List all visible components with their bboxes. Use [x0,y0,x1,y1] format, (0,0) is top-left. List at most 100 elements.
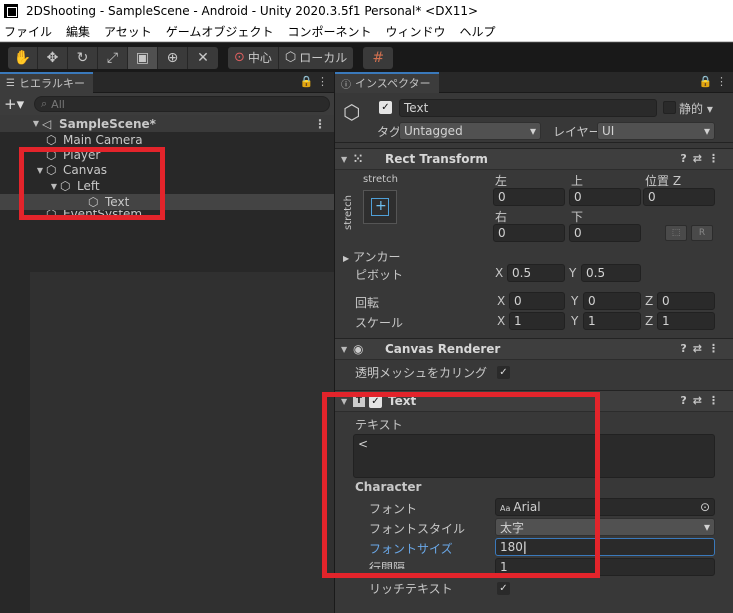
space-local-toggle[interactable]: ⬡ ローカル [279,47,353,69]
top-input[interactable]: 0 [569,188,641,206]
hierarchy-lock-icon[interactable]: 🔒 ⋮ [300,75,328,88]
gameobject-cube-icon: ⬡ [46,163,57,177]
hierarchy-item-text[interactable]: ⬡ Text [0,194,334,210]
grid-snap-icon[interactable]: # [363,46,394,69]
collapse-arrow-icon[interactable]: ▼ [341,155,353,164]
text-enabled-checkbox[interactable]: ✓ [369,394,382,408]
rotate-tool-icon[interactable]: ↻ [68,46,98,69]
font-style-dropdown[interactable]: 太字 ▾ [495,518,715,536]
scale-y-input[interactable]: 1 [583,312,641,330]
character-section-label: Character [355,480,422,494]
hierarchy-search-input[interactable]: ⌕ All [34,96,330,112]
chevron-down-icon: ▾ [529,124,536,138]
rotation-z-input[interactable]: 0 [657,292,715,310]
component-menu-icons[interactable]: ?⇄⋮ [680,394,725,407]
component-menu-icons[interactable]: ?⇄⋮ [680,152,725,165]
transform-tool-icon[interactable]: ⊕ [158,46,188,69]
font-object-field[interactable]: Aa Arial ⊙ [495,498,715,516]
menu-help[interactable]: ヘルプ [459,23,495,40]
object-picker-icon[interactable]: ⊙ [700,500,710,514]
menu-window[interactable]: ウィンドウ [385,23,445,40]
window-titlebar: 2DShooting - SampleScene - Android - Uni… [0,0,733,22]
tab-inspector[interactable]: ⓘ インスペクター [335,72,439,93]
text-component-icon: T [353,395,365,407]
rot-x-label: X [497,294,506,308]
object-name-input[interactable]: Text [399,99,657,117]
gameobject-cube-icon: ⬡ [46,148,57,162]
pivot-toggles: ⊙ 中心 ⬡ ローカル [228,46,354,69]
chevron-down-icon: ▾ [703,124,710,138]
gameobject-cube-icon: ⬡ [46,210,57,218]
blueprint-mode-icon[interactable]: ⬚ [665,225,687,241]
bottom-input[interactable]: 0 [569,224,641,242]
rich-text-checkbox[interactable]: ✓ [497,582,510,595]
hierarchy-empty-area [30,272,334,613]
custom-tool-icon[interactable]: ✕ [188,47,218,69]
bottom-label: 下 [571,210,584,224]
rect-transform-header[interactable]: ▼ ⁙ Rect Transform ?⇄⋮ [335,148,733,170]
menu-file[interactable]: ファイル [4,23,52,40]
menu-edit[interactable]: 編集 [66,23,90,40]
cull-transparent-checkbox[interactable]: ✓ [497,366,510,379]
expand-arrow-icon[interactable]: ▼ [34,166,46,175]
text-component-header[interactable]: ▼ T ✓ Text ?⇄⋮ [335,390,733,412]
component-menu-icons[interactable]: ?⇄⋮ [680,342,725,355]
search-icon: ⌕ [41,97,48,110]
anchor-foldout[interactable]: ▶ アンカー [343,248,401,265]
gameobject-header: ⬡ ✓ Text 静的 ▾ タグ Untagged ▾ レイヤー UI ▾ [335,93,733,143]
left-input[interactable]: 0 [493,188,565,206]
anchor-preset-button[interactable] [363,190,397,224]
gameobject-cube-icon: ⬡ [60,179,71,193]
layer-dropdown[interactable]: UI ▾ [597,122,715,140]
menu-gameobject[interactable]: ゲームオブジェクト [166,23,274,40]
scale-x-input[interactable]: 1 [509,312,565,330]
rect-tool-icon[interactable]: ▣ [128,46,158,69]
text-content-input[interactable]: < [353,434,715,478]
inspector-panel: ⓘ インスペクター 🔒 ⋮ ⬡ ✓ Text 静的 ▾ タグ Untagged ▾… [334,72,733,613]
raw-edit-button[interactable]: R [691,225,713,241]
collapse-arrow-icon[interactable]: ▼ [341,397,353,406]
top-label: 上 [571,174,584,188]
collapse-arrow-icon[interactable]: ▼ [341,345,353,354]
tab-hierarchy[interactable]: ☰ ヒエラルキー [0,71,93,93]
font-size-input[interactable]: 180 | [495,538,715,556]
hand-tool-icon[interactable]: ✋ [8,46,38,69]
inspector-lock-icon[interactable]: 🔒 ⋮ [699,75,727,88]
right-input[interactable]: 0 [493,224,565,242]
pivot-x-input[interactable]: 0.5 [507,264,565,282]
posz-input[interactable]: 0 [643,188,715,206]
expand-arrow-icon[interactable]: ▼ [30,119,42,128]
main-toolbar: ✋ ✥ ↻ ⤢ ▣ ⊕ ✕ ⊙ 中心 ⬡ ローカル # [0,43,733,72]
text-label: テキスト [355,418,403,432]
anchor-stretch-icon [371,198,389,216]
gameobject-cube-icon: ⬡ [46,133,57,147]
menu-component[interactable]: コンポーネント [287,23,371,40]
scene-menu-icon[interactable]: ⋮ [314,117,326,131]
gameobject-cube-icon[interactable]: ⬡ [343,100,365,124]
active-checkbox[interactable]: ✓ [379,101,392,114]
hierarchy-panel: ☰ ヒエラルキー 🔒 ⋮ +▾ ⌕ All ▼ ◁ SampleScene* ⋮… [0,71,334,613]
canvas-renderer-header[interactable]: ▼ ◉ Canvas Renderer ?⇄⋮ [335,338,733,360]
static-label: 静的 ▾ [679,102,713,116]
scale-tool-icon[interactable]: ⤢ [98,46,128,69]
hierarchy-item-eventsystem[interactable]: ⬡ EventSystem [0,210,334,218]
static-checkbox[interactable] [663,101,676,114]
hierarchy-tree: ▼ ◁ SampleScene* ⋮ ⬡ Main Camera ⬡ Playe… [0,115,334,218]
create-plus-icon[interactable]: +▾ [4,95,34,113]
hierarchy-scene-row[interactable]: ▼ ◁ SampleScene* ⋮ [0,115,334,132]
hierarchy-item-left[interactable]: ▼ ⬡ Left [0,178,334,194]
menu-assets[interactable]: アセット [104,23,152,40]
hierarchy-item-main-camera[interactable]: ⬡ Main Camera [0,132,334,148]
rotation-x-input[interactable]: 0 [509,292,565,310]
pivot-x-label: X [495,266,504,280]
hierarchy-item-canvas[interactable]: ▼ ⬡ Canvas [0,162,334,178]
line-spacing-input[interactable]: 1 [495,558,715,576]
pivot-center-toggle[interactable]: ⊙ 中心 [228,46,279,69]
scale-z-input[interactable]: 1 [657,312,715,330]
expand-arrow-icon[interactable]: ▼ [48,182,60,191]
pivot-y-input[interactable]: 0.5 [581,264,641,282]
rotation-y-input[interactable]: 0 [583,292,641,310]
move-tool-icon[interactable]: ✥ [38,46,68,69]
tag-dropdown[interactable]: Untagged ▾ [399,122,541,140]
hierarchy-item-player[interactable]: ⬡ Player [0,148,334,162]
